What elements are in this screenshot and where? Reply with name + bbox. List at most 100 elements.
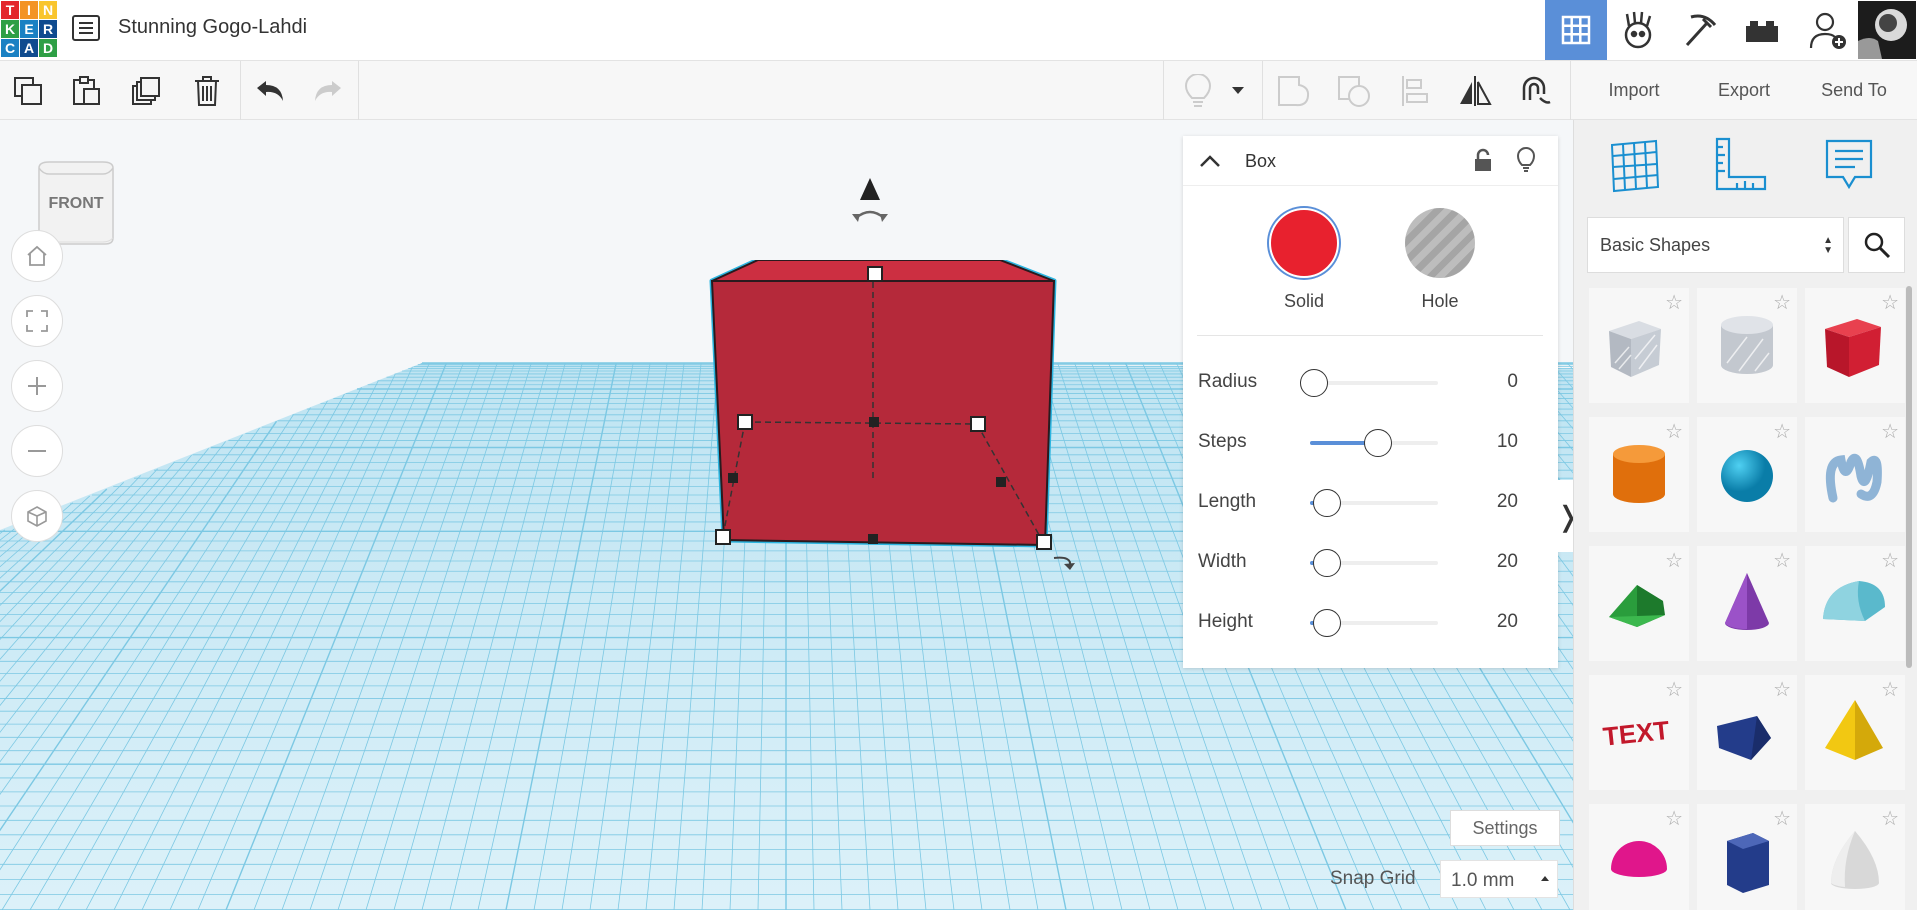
tinkercad-logo[interactable]: T I N K E R C A D <box>0 0 57 57</box>
resize-handle[interactable] <box>737 414 753 430</box>
ruler-icon[interactable] <box>1709 135 1769 197</box>
dropdown-caret-icon <box>1232 87 1244 94</box>
paraboloid-shape[interactable]: ☆ <box>1805 804 1905 910</box>
design-title[interactable]: Stunning Gogo-Lahdi <box>118 16 307 39</box>
fit-view-button[interactable] <box>11 295 63 347</box>
scribble-shape[interactable]: ☆ <box>1805 417 1905 532</box>
cylinder-shape[interactable]: ☆ <box>1589 417 1689 532</box>
round-roof-shape[interactable]: ☆ <box>1805 546 1905 661</box>
workplane-icon[interactable] <box>1604 135 1664 197</box>
wedge-shape-icon <box>1717 716 1771 760</box>
group-button[interactable] <box>1276 73 1312 109</box>
shape-search-button[interactable] <box>1848 217 1905 273</box>
solid-color-swatch[interactable] <box>1269 208 1339 278</box>
rotate-arrow-icon[interactable] <box>1050 552 1080 574</box>
bricks-button[interactable] <box>1731 0 1793 60</box>
snap-grid-select[interactable]: 1.0 mm <box>1440 860 1558 898</box>
width-value[interactable]: 20 <box>1497 551 1518 573</box>
export-button[interactable]: Export <box>1694 71 1794 109</box>
height-value[interactable]: 20 <box>1497 611 1518 633</box>
radius-slider-track[interactable] <box>1310 381 1438 385</box>
copy-button[interactable] <box>10 73 46 109</box>
hole-swatch[interactable] <box>1405 208 1475 278</box>
steps-slider-knob[interactable] <box>1364 429 1392 457</box>
sphere-shape[interactable]: ☆ <box>1697 417 1797 532</box>
settings-button[interactable]: Settings <box>1450 810 1560 846</box>
height-label: Height <box>1198 611 1253 632</box>
box-shape-icon <box>1825 319 1881 377</box>
duplicate-button[interactable] <box>128 73 164 109</box>
minecraft-button[interactable] <box>1669 0 1731 60</box>
ungroup-button[interactable] <box>1336 73 1372 109</box>
codeblocks-button[interactable] <box>1607 0 1669 60</box>
edge-handle[interactable] <box>728 473 738 483</box>
lift-arrow-icon[interactable] <box>850 176 890 232</box>
shapes-panel: Basic Shapes ▲ ▼ ☆ ☆ ☆ ☆ ☆ ☆ ☆ ☆ ☆ ☆ TEXT… <box>1573 120 1917 910</box>
mirror-button[interactable] <box>1457 73 1493 109</box>
visibility-dropdown[interactable] <box>1228 73 1248 109</box>
design-list-icon[interactable] <box>72 15 100 41</box>
avatar[interactable] <box>1857 0 1917 60</box>
align-button[interactable] <box>1397 73 1433 109</box>
import-button[interactable]: Import <box>1584 71 1684 109</box>
shapes-scrollbar[interactable] <box>1906 286 1912 668</box>
wedge-shape[interactable]: ☆ <box>1697 675 1797 790</box>
delete-button[interactable] <box>189 73 225 109</box>
solid-label[interactable]: Solid <box>1254 291 1354 312</box>
notes-icon[interactable] <box>1819 135 1879 197</box>
box-hole-shape[interactable]: ☆ <box>1589 288 1689 403</box>
invite-user-button[interactable] <box>1800 0 1855 60</box>
cone-shape[interactable]: ☆ <box>1697 546 1797 661</box>
center-handle[interactable] <box>869 417 879 427</box>
group-icon <box>1278 76 1310 107</box>
show-hide-button[interactable] <box>1180 73 1216 109</box>
steps-label: Steps <box>1198 431 1247 452</box>
svg-text:TEXT: TEXT <box>1602 715 1671 752</box>
redo-icon <box>315 81 341 101</box>
zoom-out-button[interactable] <box>11 425 63 477</box>
resize-handle[interactable] <box>970 416 986 432</box>
send-to-button[interactable]: Send To <box>1804 71 1904 109</box>
logo-letter: D <box>39 39 57 57</box>
height-slider-knob[interactable] <box>1312 609 1341 637</box>
cylinder-hole-shape[interactable]: ☆ <box>1697 288 1797 403</box>
shape-category-select[interactable]: Basic Shapes ▲ ▼ <box>1587 217 1844 273</box>
edge-handle[interactable] <box>996 477 1006 487</box>
box-shape[interactable]: ☆ <box>1805 288 1905 403</box>
length-slider-knob[interactable] <box>1312 489 1341 517</box>
length-value[interactable]: 20 <box>1497 491 1518 513</box>
home-view-button[interactable] <box>11 230 63 282</box>
radius-label: Radius <box>1198 371 1258 392</box>
roof-shape[interactable]: ☆ <box>1589 546 1689 661</box>
text-shape[interactable]: ☆ TEXT <box>1589 675 1689 790</box>
polygon-shape[interactable]: ☆ <box>1697 804 1797 910</box>
undo-button[interactable] <box>252 73 288 109</box>
selected-box-object[interactable] <box>670 260 1070 680</box>
height-handle[interactable] <box>867 266 883 282</box>
bricks-icon <box>1746 21 1778 42</box>
grid-view-button[interactable] <box>1545 0 1607 60</box>
resize-handle[interactable] <box>715 529 731 545</box>
cruise-button[interactable] <box>1516 73 1552 109</box>
zoom-in-button[interactable] <box>11 360 63 412</box>
lock-icon[interactable] <box>1473 148 1493 172</box>
width-slider-knob[interactable] <box>1312 549 1341 577</box>
app-header: T I N K E R C A D Stunning Gogo-Lahdi <box>0 0 1917 61</box>
hole-label[interactable]: Hole <box>1390 291 1490 312</box>
redo-button[interactable] <box>310 73 346 109</box>
view-cube-face-label: FRONT <box>48 195 104 212</box>
pyramid-shape[interactable]: ☆ <box>1805 675 1905 790</box>
radius-slider-knob[interactable] <box>1300 369 1328 397</box>
light-bulb-icon[interactable] <box>1516 147 1536 173</box>
paste-button[interactable] <box>68 73 104 109</box>
edge-handle[interactable] <box>868 534 878 544</box>
steps-value[interactable]: 10 <box>1497 431 1518 453</box>
logo-letter: R <box>39 20 57 38</box>
half-sphere-shape[interactable]: ☆ <box>1589 804 1689 910</box>
perspective-button[interactable] <box>11 490 63 542</box>
resize-handle[interactable] <box>1036 534 1052 550</box>
updown-caret-icon: ▲ ▼ <box>1823 235 1833 256</box>
radius-value[interactable]: 0 <box>1507 371 1518 393</box>
collapse-chevron-icon[interactable] <box>1199 154 1221 168</box>
light-bulb-icon <box>1184 74 1212 107</box>
